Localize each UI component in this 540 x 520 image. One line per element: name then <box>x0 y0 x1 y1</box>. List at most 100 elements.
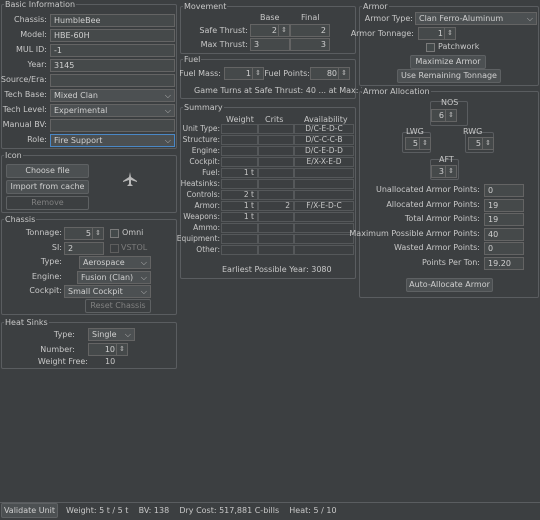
year-field[interactable]: 3145 <box>50 59 175 72</box>
chassis-label: Chassis: <box>14 15 47 24</box>
engine-select[interactable]: Fusion (Clan) ⌵ <box>77 271 151 284</box>
chassis-field[interactable]: HumbleBee <box>50 14 175 27</box>
fuel-mass-stepper[interactable]: 1 ⇕ <box>224 67 264 80</box>
import-cache-button[interactable]: Import from cache <box>6 180 89 194</box>
fuel-mass-label: Fuel Mass: <box>179 69 221 78</box>
armor-stat-label: Maximum Possible Armor Points: <box>349 229 480 238</box>
chassis-title: Chassis <box>4 215 37 224</box>
role-label: Role: <box>27 135 47 144</box>
armor-stat-label: Wasted Armor Points: <box>393 243 480 252</box>
summary-crits-cell: 2 <box>258 201 294 211</box>
tonnage-stepper[interactable]: 5 ⇕ <box>64 227 104 240</box>
cockpit-select[interactable]: Small Cockpit ⌵ <box>64 285 151 298</box>
si-label: SI: <box>51 243 62 252</box>
fuel-title: Fuel <box>183 55 202 64</box>
summary-weight-cell <box>221 157 258 167</box>
patchwork-checkbox[interactable] <box>426 43 435 52</box>
chassis-type-select[interactable]: Aerospace ⌵ <box>79 256 151 269</box>
summary-avail-cell <box>294 212 354 222</box>
summary-avail-cell <box>294 179 354 189</box>
hs-type-label: Type: <box>53 330 75 339</box>
aerospace-fighter-icon <box>123 172 137 186</box>
chevron-down-icon: ⌵ <box>124 330 131 339</box>
chevron-down-icon: ⌵ <box>140 273 147 282</box>
armor-stat-value: 40 <box>484 228 524 241</box>
role-select[interactable]: Fire Support ⌵ <box>50 134 175 147</box>
manualbv-label: Manual BV: <box>2 120 47 129</box>
manualbv-field[interactable] <box>50 119 175 132</box>
summary-crits-cell <box>258 179 294 189</box>
source-label: Source/Era: <box>0 75 47 84</box>
summary-weight-cell: 1 t <box>221 201 258 211</box>
summary-avail-cell: D/C-C-C-B <box>294 135 354 145</box>
chevron-down-icon: ⌵ <box>164 136 171 145</box>
year-label: Year: <box>27 60 48 69</box>
maximize-armor-button[interactable]: Maximize Armor <box>410 55 486 69</box>
model-field[interactable]: HBE-60H <box>50 29 175 42</box>
icon-title: Icon <box>4 151 23 160</box>
engine-label: Engine: <box>31 272 62 281</box>
choose-file-button[interactable]: Choose file <box>6 164 89 178</box>
armor-stat-value: 0 <box>484 184 524 197</box>
summary-avail-cell <box>294 168 354 178</box>
hs-number-label: Number: <box>40 345 75 354</box>
remove-icon-button[interactable]: Remove <box>6 196 89 210</box>
fuel-points-label: Fuel Points: <box>264 69 310 78</box>
summary-row-label: Other: <box>196 245 220 254</box>
armor-tonnage-stepper[interactable]: 1 ⇕ <box>418 27 456 40</box>
armor-stat-value: 19.20 <box>484 257 524 270</box>
reset-chassis-button[interactable]: Reset Chassis <box>85 299 151 313</box>
summary-avail-cell <box>294 245 354 255</box>
heatsinks-title: Heat Sinks <box>4 318 49 327</box>
summary-avail-cell <box>294 223 354 233</box>
armor-type-label: Armor Type: <box>364 14 413 23</box>
hs-number-stepper[interactable]: 10 ⇕ <box>88 343 128 356</box>
armor-stat-value: 19 <box>484 199 524 212</box>
armor-stat-label: Unallocated Armor Points: <box>375 185 480 194</box>
summary-weight-cell <box>221 124 258 134</box>
fuel-points-stepper[interactable]: 80 ⇕ <box>310 67 350 80</box>
techbase-select[interactable]: Mixed Clan ⌵ <box>50 89 175 102</box>
summary-weight-cell: 1 t <box>221 168 258 178</box>
summary-weight-cell <box>221 223 258 233</box>
hs-type-select[interactable]: Single ⌵ <box>88 328 135 341</box>
chevron-down-icon: ⌵ <box>164 106 171 115</box>
armor-stat-label: Points Per Ton: <box>421 258 480 267</box>
safe-thrust-stepper[interactable]: 2 ⇕ <box>250 24 290 37</box>
model-label: Model: <box>20 30 47 39</box>
type-label: Type: <box>40 257 62 266</box>
fuel-turns-text: Game Turns at Safe Thrust: 40 ... at Max… <box>194 86 372 95</box>
hs-free-value: 10 <box>105 357 116 366</box>
omni-checkbox[interactable] <box>110 229 119 238</box>
summary-avail-cell: F/X-E-D-C <box>294 201 354 211</box>
summary-crits-cell <box>258 135 294 145</box>
techlevel-select[interactable]: Experimental ⌵ <box>50 104 175 117</box>
summary-weight-cell: 2 t <box>221 190 258 200</box>
rwg-stepper[interactable]: 5 ⇕ <box>468 137 494 150</box>
patchwork-label: Patchwork <box>438 42 480 51</box>
armor-stat-label: Allocated Armor Points: <box>386 200 480 209</box>
safe-thrust-label: Safe Thrust: <box>199 26 248 35</box>
lwg-stepper[interactable]: 5 ⇕ <box>405 137 431 150</box>
summary-avail-cell <box>294 190 354 200</box>
source-field[interactable] <box>50 74 175 87</box>
nos-stepper[interactable]: 6 ⇕ <box>431 109 457 122</box>
summary-crits-cell <box>258 212 294 222</box>
summary-weight-cell <box>221 245 258 255</box>
summary-avail-cell: D/C-E-D-C <box>294 124 354 134</box>
chevron-down-icon: ⌵ <box>140 258 147 267</box>
mulid-field[interactable]: -1 <box>50 44 175 57</box>
armor-type-select[interactable]: Clan Ferro-Aluminum ⌵ <box>415 12 537 25</box>
vstol-checkbox[interactable] <box>110 244 119 253</box>
auto-allocate-button[interactable]: Auto-Allocate Armor <box>406 278 493 292</box>
use-remaining-button[interactable]: Use Remaining Tonnage <box>397 69 501 83</box>
si-field[interactable]: 2 <box>64 242 104 255</box>
aft-stepper[interactable]: 3 ⇕ <box>431 165 457 178</box>
armor-stat-value: 0 <box>484 242 524 255</box>
max-thrust-label: Max Thrust: <box>200 40 248 49</box>
validate-unit-button[interactable]: Validate Unit <box>1 503 58 518</box>
armor-allocation-title: Armor Allocation <box>362 87 431 96</box>
chevron-down-icon: ⌵ <box>164 91 171 100</box>
summary-crits-cell <box>258 168 294 178</box>
summary-title: Summary <box>183 103 224 112</box>
